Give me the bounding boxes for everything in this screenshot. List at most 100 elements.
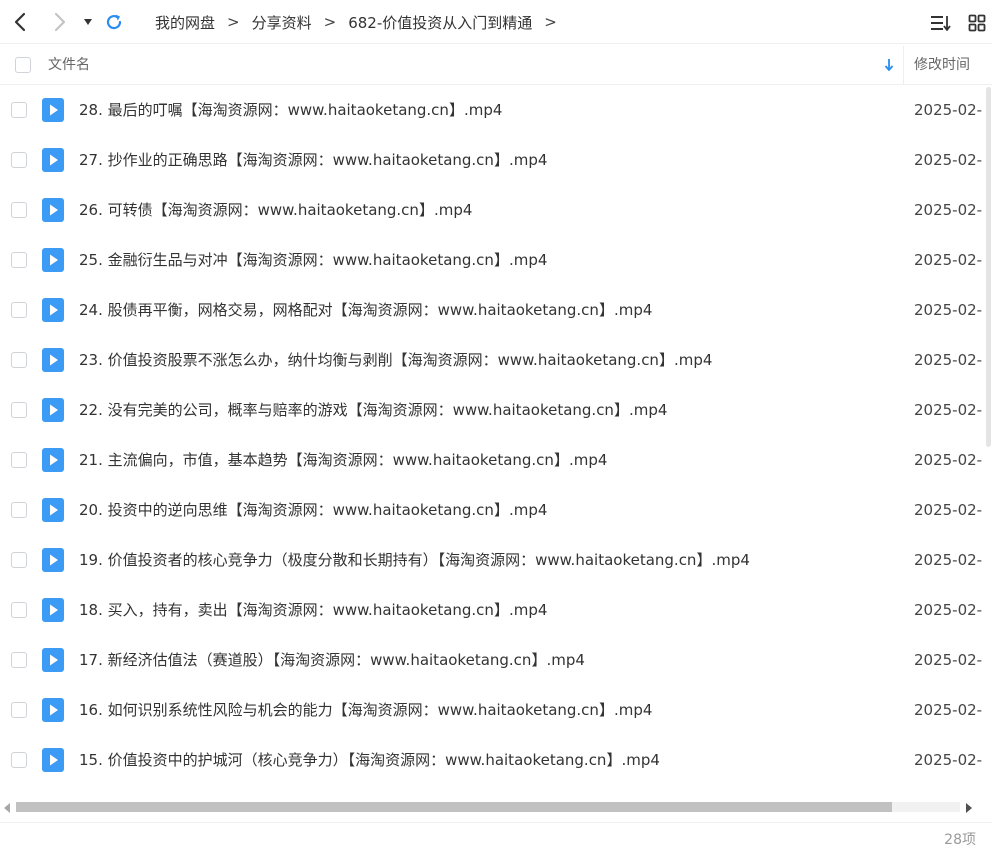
table-row[interactable]: 26. 可转债【海淘资源网：www.haitaoketang.cn】.mp4 20… bbox=[0, 185, 988, 235]
file-modified-time: 2025-02- bbox=[914, 301, 983, 319]
row-checkbox[interactable] bbox=[11, 502, 27, 518]
file-name[interactable]: 26. 可转债【海淘资源网：www.haitaoketang.cn】.mp4 bbox=[79, 185, 472, 235]
file-modified-time: 2025-02- bbox=[914, 101, 983, 119]
file-modified-time: 2025-02- bbox=[914, 251, 983, 269]
scroll-left-icon[interactable] bbox=[2, 800, 12, 814]
grid-icon bbox=[968, 14, 986, 32]
table-row[interactable]: 23. 价值投资股票不涨怎么办，纳什均衡与剥削【海淘资源网：www.haitao… bbox=[0, 335, 988, 385]
sort-descending-icon[interactable] bbox=[882, 57, 896, 73]
file-name[interactable]: 20. 投资中的逆向思维【海淘资源网：www.haitaoketang.cn】.… bbox=[79, 485, 547, 535]
file-modified-time: 2025-02- bbox=[914, 451, 983, 469]
row-checkbox[interactable] bbox=[11, 152, 27, 168]
forward-button[interactable] bbox=[48, 10, 72, 34]
table-row[interactable]: 19. 价值投资者的核心竞争力（极度分散和长期持有）【海淘资源网：www.hai… bbox=[0, 535, 988, 585]
refresh-button[interactable] bbox=[102, 10, 126, 34]
table-row[interactable]: 20. 投资中的逆向思维【海淘资源网：www.haitaoketang.cn】.… bbox=[0, 485, 988, 535]
file-name[interactable]: 21. 主流偏向，市值，基本趋势【海淘资源网：www.haitaoketang.… bbox=[79, 435, 607, 485]
chevron-left-icon bbox=[14, 12, 26, 32]
file-name[interactable]: 18. 买入，持有，卖出【海淘资源网：www.haitaoketang.cn】.… bbox=[79, 585, 547, 635]
file-name[interactable]: 19. 价值投资者的核心竞争力（极度分散和长期持有）【海淘资源网：www.hai… bbox=[79, 535, 750, 585]
file-name[interactable]: 17. 新经济估值法（赛道股）【海淘资源网：www.haitaoketang.c… bbox=[79, 635, 585, 685]
table-row[interactable]: 28. 最后的叮嘱【海淘资源网：www.haitaoketang.cn】.mp4… bbox=[0, 85, 988, 135]
breadcrumb-item-root[interactable]: 我的网盘 bbox=[155, 12, 215, 33]
video-file-icon bbox=[42, 648, 64, 672]
horizontal-scrollbar-thumb[interactable] bbox=[16, 802, 892, 812]
video-file-icon bbox=[42, 298, 64, 322]
video-file-icon bbox=[42, 348, 64, 372]
list-header: 文件名 修改时间 bbox=[0, 46, 992, 85]
file-name[interactable]: 15. 价值投资中的护城河（核心竞争力）【海淘资源网：www.haitaoket… bbox=[79, 735, 660, 785]
row-checkbox[interactable] bbox=[11, 552, 27, 568]
column-header-modified[interactable]: 修改时间 bbox=[914, 46, 970, 85]
row-checkbox[interactable] bbox=[11, 452, 27, 468]
toolbar: 我的网盘 > 分享资料 > 682-价值投资从入门到精通 > bbox=[0, 0, 992, 44]
video-file-icon bbox=[42, 248, 64, 272]
file-modified-time: 2025-02- bbox=[914, 501, 983, 519]
video-file-icon bbox=[42, 598, 64, 622]
video-file-icon bbox=[42, 398, 64, 422]
scroll-right-icon[interactable] bbox=[964, 800, 974, 814]
table-row[interactable]: 24. 股债再平衡，网格交易，网格配对【海淘资源网：www.haitaoketa… bbox=[0, 285, 988, 335]
sort-button[interactable] bbox=[930, 12, 952, 34]
row-checkbox[interactable] bbox=[11, 102, 27, 118]
refresh-icon bbox=[106, 14, 122, 30]
table-row[interactable]: 27. 抄作业的正确思路【海淘资源网：www.haitaoketang.cn】.… bbox=[0, 135, 988, 185]
table-row[interactable]: 16. 如何识别系统性风险与机会的能力【海淘资源网：www.haitaoketa… bbox=[0, 685, 988, 735]
file-modified-time: 2025-02- bbox=[914, 701, 983, 719]
column-divider[interactable] bbox=[903, 46, 904, 85]
table-row[interactable]: 25. 金融衍生品与对冲【海淘资源网：www.haitaoketang.cn】.… bbox=[0, 235, 988, 285]
row-checkbox[interactable] bbox=[11, 252, 27, 268]
row-checkbox[interactable] bbox=[11, 202, 27, 218]
file-modified-time: 2025-02- bbox=[914, 601, 983, 619]
file-modified-time: 2025-02- bbox=[914, 651, 983, 669]
back-button[interactable] bbox=[8, 10, 32, 34]
file-name[interactable]: 16. 如何识别系统性风险与机会的能力【海淘资源网：www.haitaoketa… bbox=[79, 685, 652, 735]
row-checkbox[interactable] bbox=[11, 702, 27, 718]
file-modified-time: 2025-02- bbox=[914, 151, 983, 169]
file-modified-time: 2025-02- bbox=[914, 551, 983, 569]
file-modified-time: 2025-02- bbox=[914, 751, 983, 769]
table-row[interactable]: 22. 没有完美的公司，概率与赔率的游戏【海淘资源网：www.haitaoket… bbox=[0, 385, 988, 435]
file-name[interactable]: 23. 价值投资股票不涨怎么办，纳什均衡与剥削【海淘资源网：www.haitao… bbox=[79, 335, 712, 385]
row-checkbox[interactable] bbox=[11, 302, 27, 318]
row-checkbox[interactable] bbox=[11, 352, 27, 368]
table-row[interactable]: 18. 买入，持有，卖出【海淘资源网：www.haitaoketang.cn】.… bbox=[0, 585, 988, 635]
file-modified-time: 2025-02- bbox=[914, 401, 983, 419]
breadcrumb-separator: > bbox=[227, 13, 240, 31]
breadcrumb-item-current[interactable]: 682-价值投资从入门到精通 bbox=[348, 12, 532, 33]
video-file-icon bbox=[42, 448, 64, 472]
video-file-icon bbox=[42, 148, 64, 172]
row-checkbox[interactable] bbox=[11, 652, 27, 668]
row-checkbox[interactable] bbox=[11, 402, 27, 418]
grid-view-button[interactable] bbox=[966, 12, 988, 34]
row-checkbox[interactable] bbox=[11, 602, 27, 618]
file-list: 28. 最后的叮嘱【海淘资源网：www.haitaoketang.cn】.mp4… bbox=[0, 85, 988, 795]
breadcrumb-item-shared[interactable]: 分享资料 bbox=[252, 12, 312, 33]
table-row[interactable]: 15. 价值投资中的护城河（核心竞争力）【海淘资源网：www.haitaoket… bbox=[0, 735, 988, 785]
row-checkbox[interactable] bbox=[11, 752, 27, 768]
breadcrumb-separator: > bbox=[323, 13, 337, 31]
vertical-scrollbar-thumb[interactable] bbox=[986, 87, 991, 447]
table-row[interactable]: 17. 新经济估值法（赛道股）【海淘资源网：www.haitaoketang.c… bbox=[0, 635, 988, 685]
horizontal-scrollbar-track[interactable] bbox=[16, 802, 960, 812]
file-name[interactable]: 22. 没有完美的公司，概率与赔率的游戏【海淘资源网：www.haitaoket… bbox=[79, 385, 667, 435]
caret-down-icon bbox=[84, 19, 92, 25]
file-name[interactable]: 27. 抄作业的正确思路【海淘资源网：www.haitaoketang.cn】.… bbox=[79, 135, 547, 185]
item-count: 28项 bbox=[944, 832, 976, 848]
select-all-checkbox[interactable] bbox=[15, 57, 31, 73]
file-name[interactable]: 24. 股债再平衡，网格交易，网格配对【海淘资源网：www.haitaoketa… bbox=[79, 285, 652, 335]
vertical-scrollbar[interactable] bbox=[985, 85, 992, 785]
table-row[interactable]: 21. 主流偏向，市值，基本趋势【海淘资源网：www.haitaoketang.… bbox=[0, 435, 988, 485]
file-modified-time: 2025-02- bbox=[914, 351, 983, 369]
horizontal-scrollbar[interactable] bbox=[0, 796, 992, 818]
status-bar: 28项 bbox=[0, 822, 992, 851]
breadcrumb: 我的网盘 > 分享资料 > 682-价值投资从入门到精通 > bbox=[155, 0, 569, 44]
file-name[interactable]: 25. 金融衍生品与对冲【海淘资源网：www.haitaoketang.cn】.… bbox=[79, 235, 547, 285]
sort-list-icon bbox=[931, 16, 951, 31]
video-file-icon bbox=[42, 548, 64, 572]
history-dropdown-button[interactable] bbox=[78, 10, 98, 34]
video-file-icon bbox=[42, 748, 64, 772]
file-name[interactable]: 28. 最后的叮嘱【海淘资源网：www.haitaoketang.cn】.mp4 bbox=[79, 85, 502, 135]
column-header-name[interactable]: 文件名 bbox=[48, 46, 90, 85]
video-file-icon bbox=[42, 698, 64, 722]
